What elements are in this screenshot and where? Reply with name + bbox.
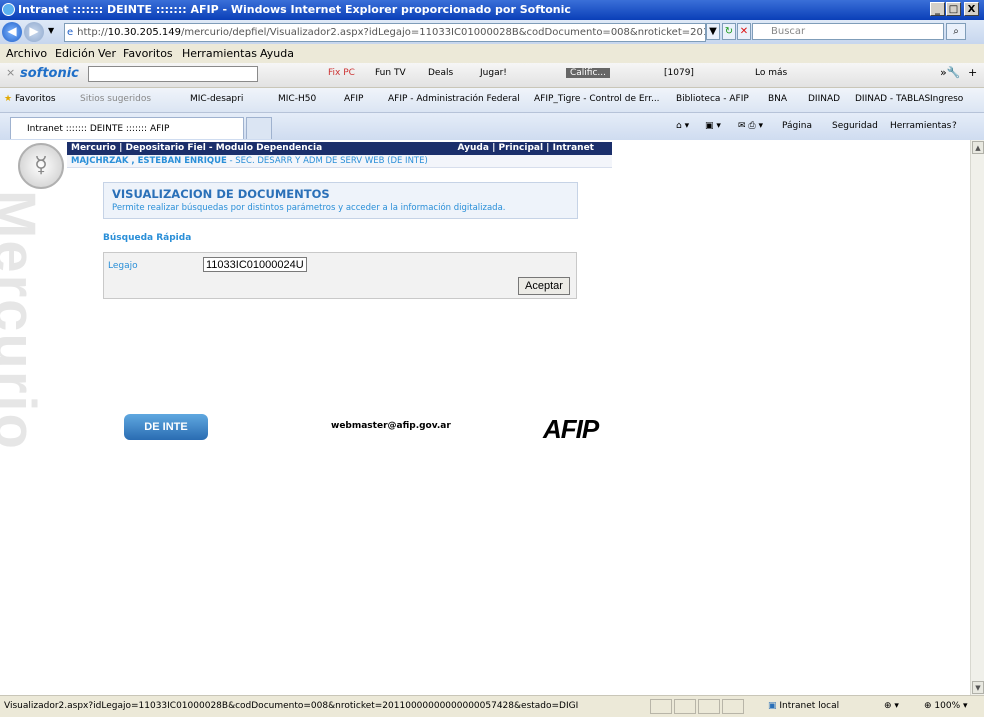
- feeds-icon[interactable]: ▣ ▾: [705, 121, 721, 131]
- funtv-link[interactable]: Fun TV: [375, 68, 406, 78]
- zoom-level[interactable]: ⊕ 100% ▾: [924, 701, 968, 711]
- softonic-logo: softonic: [20, 66, 79, 81]
- afip-logo: AFIP: [543, 414, 599, 444]
- quick-search-form: Legajo 11033IC01000024U Aceptar: [103, 252, 577, 299]
- status-pane: [674, 699, 696, 714]
- scroll-up-icon[interactable]: ▲: [972, 141, 984, 154]
- menu-ver[interactable]: Ver: [98, 47, 116, 60]
- fav-mic-h50[interactable]: MIC-H50: [278, 94, 316, 104]
- search-button[interactable]: ⌕: [946, 23, 966, 40]
- header-links[interactable]: Ayuda | Principal | Intranet: [458, 143, 594, 153]
- rating-dropdown[interactable]: Calific...: [566, 68, 610, 78]
- legajo-input[interactable]: 11033IC01000024U: [203, 257, 307, 272]
- toolbar-close-icon[interactable]: ×: [6, 66, 15, 79]
- address-dropdown-button[interactable]: ▼: [706, 23, 720, 40]
- url-prefix: http://: [77, 27, 108, 38]
- fav-afip[interactable]: AFIP: [344, 94, 363, 104]
- window-title-bar: Intranet ::::::: DEINTE ::::::: AFIP - W…: [0, 0, 984, 20]
- app-header: Mercurio | Depositario Fiel - Modulo Dep…: [67, 142, 612, 155]
- status-bar: Visualizador2.aspx?idLegajo=11033IC01000…: [0, 695, 984, 717]
- fav-biblioteca[interactable]: Biblioteca - AFIP: [676, 94, 749, 104]
- tools-menu[interactable]: Herramientas: [890, 121, 951, 131]
- counter-button[interactable]: [1079]: [664, 68, 694, 78]
- scroll-down-icon[interactable]: ▼: [972, 681, 984, 694]
- menu-archivo[interactable]: Archivo: [6, 47, 47, 60]
- add-icon[interactable]: +: [968, 66, 977, 79]
- section-title: VISUALIZACION DE DOCUMENTOS: [112, 187, 330, 201]
- mercurio-logo: ☿: [18, 143, 64, 189]
- fav-sitios-sugeridos[interactable]: Sitios sugeridos: [80, 94, 151, 104]
- refresh-button[interactable]: ↻: [722, 23, 736, 40]
- menu-edicion[interactable]: Edición: [55, 47, 95, 60]
- url-path: /mercurio/depfiel/Visualizador2.aspx?idL…: [180, 27, 705, 38]
- fav-ingreso[interactable]: Ingreso: [930, 94, 963, 104]
- mercurio-watermark: Mercurio: [0, 190, 47, 451]
- page-icon: e: [67, 27, 74, 38]
- lo-mas-link[interactable]: Lo más: [755, 68, 787, 78]
- menu-ayuda[interactable]: Ayuda: [260, 47, 294, 60]
- status-pane: [722, 699, 744, 714]
- status-text: Visualizador2.aspx?idLegajo=11033IC01000…: [4, 701, 579, 711]
- fav-bna[interactable]: BNA: [768, 94, 787, 104]
- deinte-logo: DE INTE: [124, 414, 208, 440]
- star-icon: ★: [4, 94, 13, 104]
- menu-favoritos[interactable]: Favoritos: [123, 47, 173, 60]
- quick-search-title: Búsqueda Rápida: [103, 233, 192, 243]
- page-menu[interactable]: Página: [782, 121, 812, 131]
- fav-diinad-tablas[interactable]: DIINAD - TABLAS: [855, 94, 930, 104]
- maximize-button[interactable]: □: [946, 2, 961, 16]
- address-toolbar: ◀ ▶ ▼ e http://10.30.205.149/mercurio/dep…: [0, 20, 984, 44]
- legajo-label: Legajo: [108, 261, 138, 271]
- softonic-toolbar: × softonic Fix PC Fun TV Deals Jugar! Ca…: [0, 63, 984, 88]
- favorites-button[interactable]: ★ Favoritos: [4, 94, 56, 104]
- fixpc-link[interactable]: Fix PC: [328, 68, 355, 78]
- search-input[interactable]: Buscar: [752, 23, 944, 40]
- stop-button[interactable]: ✕: [737, 23, 751, 40]
- fav-afip-admin[interactable]: AFIP - Administración Federal: [388, 94, 520, 104]
- softonic-search-input[interactable]: [88, 66, 258, 82]
- deals-link[interactable]: Deals: [428, 68, 453, 78]
- menu-herramientas[interactable]: Herramientas: [182, 47, 257, 60]
- protected-mode-icon[interactable]: ⊕ ▾: [884, 701, 899, 711]
- intranet-icon: ▣: [768, 701, 777, 711]
- window-title: Intranet ::::::: DEINTE ::::::: AFIP - W…: [18, 3, 571, 16]
- fav-diinad[interactable]: DIINAD: [808, 94, 840, 104]
- close-button[interactable]: X: [964, 2, 979, 16]
- section-header: VISUALIZACION DE DOCUMENTOS Permite real…: [103, 182, 578, 219]
- aceptar-button[interactable]: Aceptar: [518, 277, 570, 295]
- url-host: 10.30.205.149: [107, 27, 181, 38]
- user-info: MAJCHRZAK , ESTEBAN ENRIQUE - SEC. DESAR…: [67, 155, 612, 168]
- address-bar[interactable]: e http://10.30.205.149/mercurio/depfiel/V…: [64, 23, 706, 42]
- tab-intranet[interactable]: Intranet ::::::: DEINTE ::::::: AFIP: [10, 117, 244, 139]
- menu-bar: Archivo Edición Ver Favoritos Herramient…: [0, 44, 984, 64]
- favorites-bar: ★ Favoritos Sitios sugeridos MIC-desapri…: [0, 88, 984, 113]
- jugar-link[interactable]: Jugar!: [480, 68, 507, 78]
- user-dept: - SEC. DESARR Y ADM DE SERV WEB (DE INTE…: [226, 156, 428, 166]
- vertical-scrollbar[interactable]: ▲ ▼: [970, 140, 984, 695]
- help-icon[interactable]: ?: [952, 121, 957, 131]
- new-tab-button[interactable]: [246, 117, 272, 139]
- security-zone: ▣ Intranet local: [768, 701, 840, 711]
- home-icon[interactable]: ⌂ ▾: [676, 121, 689, 131]
- status-pane: [650, 699, 672, 714]
- user-name: MAJCHRZAK , ESTEBAN ENRIQUE: [71, 156, 227, 166]
- fav-mic-desapri[interactable]: MIC-desapri: [190, 94, 243, 104]
- print-icon[interactable]: ✉ ⎙ ▾: [738, 121, 763, 131]
- status-pane: [698, 699, 720, 714]
- fav-afip-tigre[interactable]: AFIP_Tigre - Control de Err...: [534, 94, 660, 104]
- minimize-button[interactable]: _: [930, 2, 945, 16]
- history-dropdown-icon[interactable]: ▼: [48, 26, 54, 35]
- webmaster-email[interactable]: webmaster@afip.gov.ar: [331, 421, 451, 431]
- section-subtitle: Permite realizar búsquedas por distintos…: [112, 203, 506, 213]
- wrench-icon[interactable]: »🔧: [940, 66, 960, 79]
- tab-bar: Intranet ::::::: DEINTE ::::::: AFIP ⌂ ▾…: [0, 113, 984, 141]
- security-menu[interactable]: Seguridad: [832, 121, 878, 131]
- ie-icon: [2, 3, 15, 16]
- back-button[interactable]: ◀: [2, 22, 22, 42]
- forward-button[interactable]: ▶: [24, 22, 44, 42]
- app-title: Mercurio | Depositario Fiel - Modulo Dep…: [71, 143, 323, 153]
